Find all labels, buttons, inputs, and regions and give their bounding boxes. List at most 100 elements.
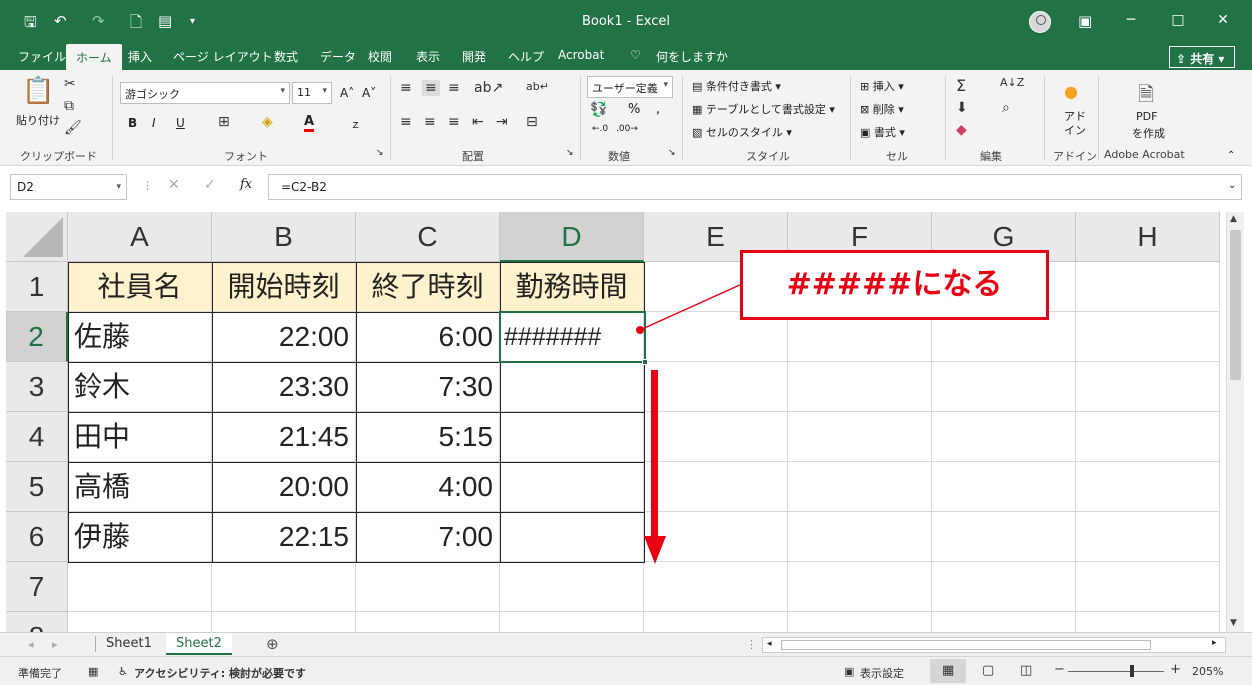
decrease-decimal-icon[interactable]: .00→	[616, 124, 638, 134]
format-painter-icon[interactable]: 🖌	[64, 120, 82, 136]
zoom-out-button[interactable]: −	[1054, 662, 1065, 677]
tab-insert[interactable]: 挿入	[128, 48, 152, 65]
increase-decimal-icon[interactable]: ←.0	[592, 124, 608, 134]
macro-record-icon[interactable]: ▦	[88, 665, 98, 678]
accounting-format-icon[interactable]: 💱	[590, 102, 607, 118]
display-settings-button[interactable]: 表示設定	[860, 665, 904, 681]
wrap-text-icon[interactable]: ab↵	[526, 80, 549, 93]
enter-icon[interactable]: ✓	[204, 177, 216, 193]
merge-center-icon[interactable]: ⊟	[526, 114, 538, 130]
cell-a5[interactable]: 高橋	[68, 462, 212, 512]
format-as-table-button[interactable]: ▦ テーブルとして書式設定 ▾	[692, 101, 835, 117]
normal-view-icon[interactable]: ▦	[942, 663, 954, 678]
cell-a2[interactable]: 佐藤	[68, 312, 212, 362]
paste-icon[interactable]: 📋	[22, 76, 54, 106]
copy-icon[interactable]: ⧉	[64, 98, 74, 114]
font-color-icon[interactable]: A	[304, 114, 315, 132]
row-header-5[interactable]: 5	[6, 462, 68, 512]
new-sheet-icon[interactable]: ⊕	[266, 635, 279, 653]
cell-b1[interactable]: 開始時刻	[212, 262, 356, 312]
align-right-icon[interactable]: ≡	[448, 114, 460, 130]
row-header-3[interactable]: 3	[6, 362, 68, 412]
fill-icon[interactable]: ⬇	[956, 100, 968, 116]
percent-style-button[interactable]: %	[628, 102, 640, 117]
cell-d3[interactable]	[500, 362, 644, 412]
underline-button[interactable]: U	[176, 116, 185, 130]
cell-c2[interactable]: 6:00	[356, 312, 500, 362]
font-dialog-launcher-icon[interactable]: ↘	[376, 148, 384, 158]
cell-d4[interactable]	[500, 412, 644, 462]
tab-formulas[interactable]: 数式	[274, 48, 298, 65]
column-header-a[interactable]: A	[68, 212, 212, 262]
horizontal-scrollbar[interactable]: ◂	[762, 637, 1226, 653]
row-header-2[interactable]: 2	[6, 312, 68, 362]
number-format-select[interactable]: ユーザー定義 ▾	[587, 76, 673, 98]
insert-cells-button[interactable]: ⊞ 挿入 ▾	[860, 78, 904, 94]
horizontal-scroll-thumb[interactable]	[781, 640, 1151, 650]
name-box[interactable]: D2 ▾	[10, 174, 127, 200]
cell-b3[interactable]: 23:30	[212, 362, 356, 412]
phonetic-icon[interactable]: ｚ	[350, 116, 361, 132]
row-header-4[interactable]: 4	[6, 412, 68, 462]
cell-d5[interactable]	[500, 462, 644, 512]
scroll-tabs-left-icon[interactable]: ◂	[28, 638, 34, 651]
cell-b4[interactable]: 21:45	[212, 412, 356, 462]
cell-c6[interactable]: 7:00	[356, 512, 500, 562]
page-layout-view-icon[interactable]: ▢	[982, 663, 994, 678]
align-top-icon[interactable]: ≡	[400, 80, 412, 96]
scroll-left-icon[interactable]: ◂	[767, 639, 772, 649]
maximize-button[interactable]: □	[1163, 12, 1193, 28]
font-shrink-button[interactable]: A˅	[362, 86, 376, 100]
vertical-scrollbar[interactable]: ▲ ▼	[1226, 212, 1244, 632]
cell-d1[interactable]: 勤務時間	[500, 262, 644, 312]
cell-a4[interactable]: 田中	[68, 412, 212, 462]
column-header-d[interactable]: D	[500, 212, 644, 262]
cell-styles-button[interactable]: ▧ セルのスタイル ▾	[692, 124, 792, 140]
scroll-up-icon[interactable]: ▲	[1230, 214, 1237, 224]
scroll-tabs-right-icon[interactable]: ▸	[52, 638, 58, 651]
increase-indent-icon[interactable]: ⇥	[496, 114, 508, 130]
italic-button[interactable]: I	[152, 116, 156, 130]
cell-b5[interactable]: 20:00	[212, 462, 356, 512]
minimize-button[interactable]: ─	[1116, 12, 1146, 28]
scroll-down-icon[interactable]: ▼	[1230, 618, 1237, 628]
tab-split-handle[interactable]: ⋮	[746, 638, 757, 651]
paste-button[interactable]: 貼り付け	[16, 112, 60, 128]
row-header-1[interactable]: 1	[6, 262, 68, 312]
tell-me-search[interactable]: 何をしますか	[656, 48, 728, 65]
cut-icon[interactable]: ✂	[64, 76, 76, 92]
insert-function-button[interactable]: fx	[240, 177, 252, 192]
zoom-level[interactable]: 205%	[1192, 665, 1223, 678]
sheet-tab-sheet1[interactable]: Sheet1	[96, 633, 162, 655]
tab-developer[interactable]: 開発	[462, 48, 486, 65]
column-header-b[interactable]: B	[212, 212, 356, 262]
align-left-icon[interactable]: ≡	[400, 114, 412, 130]
zoom-slider-thumb[interactable]	[1130, 665, 1134, 677]
find-select-icon[interactable]: ⌕	[1002, 100, 1010, 116]
column-header-h[interactable]: H	[1076, 212, 1220, 262]
sort-filter-icon[interactable]: A↓Z	[1000, 76, 1024, 89]
expand-formula-bar-icon[interactable]: ⌄	[1228, 180, 1236, 191]
cell-a3[interactable]: 鈴木	[68, 362, 212, 412]
font-size-select[interactable]: 11 ▾	[292, 82, 332, 104]
cell-c3[interactable]: 7:30	[356, 362, 500, 412]
tab-data[interactable]: データ	[320, 48, 356, 65]
tab-help[interactable]: ヘルプ	[508, 48, 544, 65]
tab-review[interactable]: 校閲	[368, 48, 392, 65]
create-pdf-label[interactable]: PDF	[1136, 110, 1157, 123]
share-button[interactable]: ⇪ 共有 ▾	[1169, 46, 1235, 68]
font-grow-button[interactable]: A˄	[340, 86, 354, 100]
cell-d6[interactable]	[500, 512, 644, 562]
align-middle-icon[interactable]: ≡	[422, 80, 440, 96]
addins-icon[interactable]: ●	[1064, 82, 1078, 101]
ribbon-display-icon[interactable]: ▣	[1078, 12, 1092, 30]
column-header-c[interactable]: C	[356, 212, 500, 262]
close-button[interactable]: ✕	[1208, 12, 1238, 28]
cell-a6[interactable]: 伊藤	[68, 512, 212, 562]
vertical-scroll-thumb[interactable]	[1230, 230, 1241, 380]
fill-handle[interactable]	[642, 359, 648, 365]
delete-cells-button[interactable]: ⊠ 削除 ▾	[860, 101, 904, 117]
decrease-indent-icon[interactable]: ⇤	[472, 114, 484, 130]
autosum-icon[interactable]: Σ	[956, 76, 966, 95]
tab-home[interactable]: ホーム	[66, 44, 122, 70]
